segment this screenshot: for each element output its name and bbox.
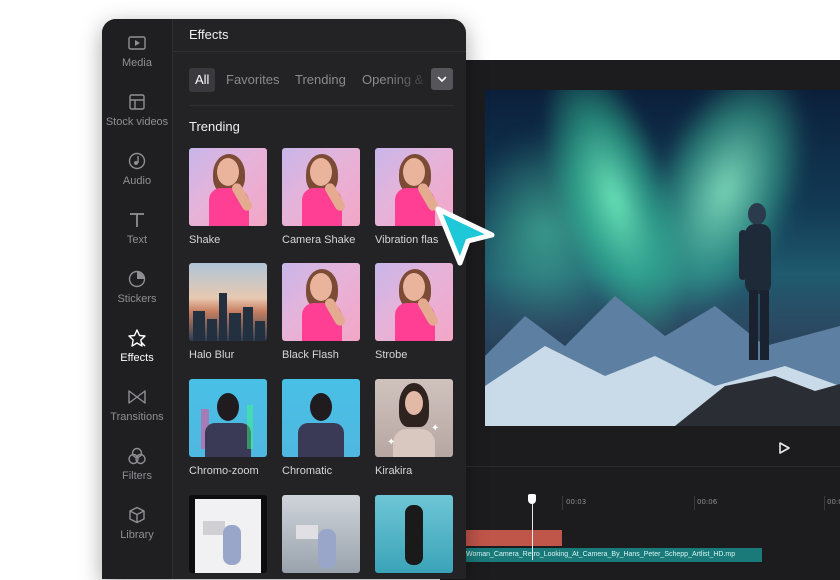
effect-thumbnail: [282, 263, 360, 341]
effect-card-kirakira[interactable]: ✦ ✦ Kirakira: [375, 379, 453, 477]
section-title: Trending: [189, 119, 240, 134]
effect-label: Camera Shake: [282, 234, 356, 246]
effect-card-chromatic[interactable]: Chromatic: [282, 379, 360, 477]
effect-label: Shake: [189, 234, 221, 246]
panel-title: Effects: [189, 27, 229, 42]
effect-card[interactable]: [189, 495, 267, 573]
sidebar-item-label: Text: [126, 234, 148, 246]
sidebar-item-label: Effects: [120, 352, 154, 364]
effect-thumbnail: [189, 148, 267, 226]
stock-videos-icon: [127, 92, 147, 112]
audio-clip[interactable]: [462, 530, 562, 546]
sidebar-item-text[interactable]: Text: [102, 210, 172, 262]
effect-thumbnail: [282, 148, 360, 226]
sidebar-item-audio[interactable]: Audio: [102, 151, 172, 203]
effects-icon: [127, 328, 147, 348]
tab-trending[interactable]: Trending: [295, 68, 346, 92]
divider: [173, 51, 466, 52]
effect-label: Kirakira: [375, 465, 413, 477]
sidebar-item-effects[interactable]: Effects: [102, 328, 172, 380]
sidebar-item-label: Stock videos: [105, 116, 169, 128]
transitions-icon: [127, 387, 147, 407]
effect-thumbnail: ✦ ✦: [375, 379, 453, 457]
sidebar-item-label: Filters: [122, 470, 152, 482]
effect-card[interactable]: [282, 495, 360, 573]
effect-card-camera-shake[interactable]: Camera Shake: [282, 148, 360, 246]
video-preview[interactable]: [485, 90, 840, 426]
effect-thumbnail: [375, 263, 453, 341]
playhead[interactable]: [532, 496, 533, 560]
effects-content: Effects All Favorites Trending Opening &…: [173, 19, 466, 579]
sidebar-item-stickers[interactable]: Stickers: [102, 269, 172, 321]
tab-all[interactable]: All: [189, 68, 216, 92]
sidebar-item-filters[interactable]: Filters: [102, 446, 172, 498]
chevron-down-icon: [437, 76, 447, 83]
effect-card-halo-blur[interactable]: Halo Blur: [189, 263, 267, 361]
library-icon: [127, 505, 147, 525]
effect-label: Black Flash: [282, 349, 339, 361]
effect-thumbnail: [189, 379, 267, 457]
tick-mark: [824, 496, 825, 510]
mountains-graphic: [485, 296, 840, 426]
sidebar: Media Stock videos Audio Text Stickers E…: [102, 19, 173, 579]
tabs-more-button[interactable]: [431, 68, 453, 90]
effect-label: Chromatic: [282, 465, 333, 477]
effect-card-black-flash[interactable]: Black Flash: [282, 263, 360, 361]
tick-label: 00:09: [827, 498, 840, 506]
effect-thumbnail: [282, 379, 360, 457]
sidebar-item-stock-videos[interactable]: Stock videos: [102, 92, 172, 144]
divider: [189, 105, 454, 106]
tab-favorites[interactable]: Favorites: [226, 68, 279, 92]
tick-mark: [694, 496, 695, 510]
sidebar-item-library[interactable]: Library: [102, 505, 172, 557]
play-icon[interactable]: [776, 440, 792, 456]
effects-panel: Media Stock videos Audio Text Stickers E…: [102, 19, 466, 579]
effect-thumbnail: [375, 495, 453, 573]
sidebar-item-label: Stickers: [117, 293, 157, 305]
sidebar-item-transitions[interactable]: Transitions: [102, 387, 172, 439]
tick-mark: [562, 496, 563, 510]
playhead-handle[interactable]: [528, 494, 536, 504]
sidebar-item-label: Library: [120, 529, 154, 541]
tab-fade: [385, 68, 431, 92]
sidebar-item-label: Transitions: [110, 411, 164, 423]
timeline[interactable]: [440, 466, 840, 561]
effect-card[interactable]: [375, 495, 453, 573]
effect-label: Strobe: [375, 349, 408, 361]
text-icon: [127, 210, 147, 230]
effect-card-shake[interactable]: Shake: [189, 148, 267, 246]
media-icon: [127, 33, 147, 53]
effect-label: Chromo-zoom: [189, 465, 259, 477]
filters-icon: [127, 446, 147, 466]
effect-thumbnail: [189, 263, 267, 341]
sidebar-item-label: Media: [122, 57, 152, 69]
sidebar-item-media[interactable]: Media: [102, 33, 172, 85]
pointer-cursor-icon: [435, 206, 495, 266]
effect-card-strobe[interactable]: Strobe: [375, 263, 453, 361]
effect-thumbnail: [282, 495, 360, 573]
audio-icon: [127, 151, 147, 171]
effect-card-chromo-zoom[interactable]: Chromo-zoom: [189, 379, 267, 477]
sidebar-item-label: Audio: [122, 175, 152, 187]
hiker-figure: [739, 203, 771, 360]
tick-label: 00:03: [566, 498, 587, 506]
effect-thumbnail: [189, 495, 267, 573]
stickers-icon: [127, 269, 147, 289]
tick-label: 00:06: [697, 498, 718, 506]
tab-bar: All Favorites Trending Opening &: [189, 68, 454, 92]
effect-label: Halo Blur: [189, 349, 235, 361]
